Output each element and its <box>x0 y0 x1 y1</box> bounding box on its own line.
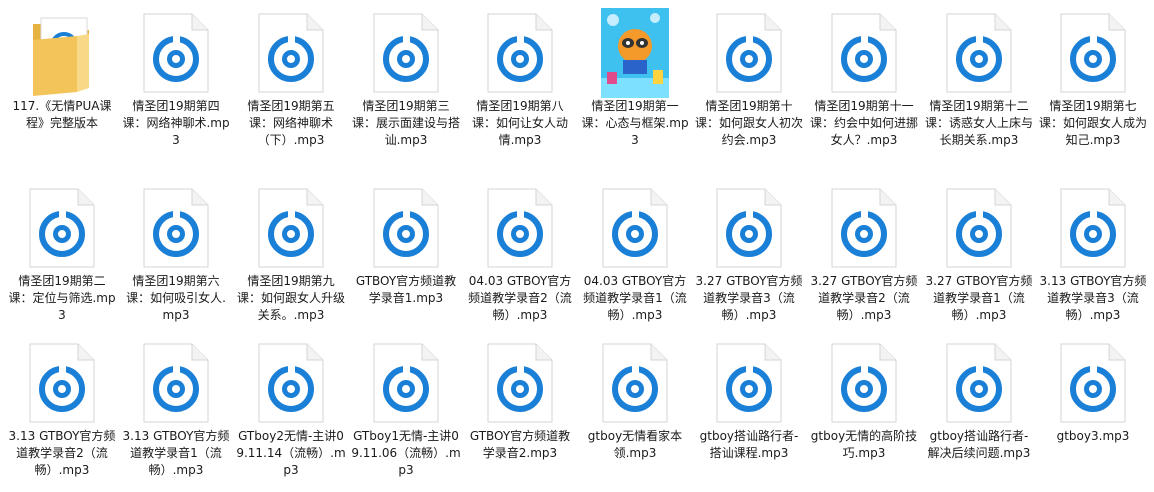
audio-file-icon <box>595 340 675 426</box>
audio-file-icon <box>939 185 1019 271</box>
file-item[interactable]: 情圣团19期第一课：心态与框架.mp3 <box>578 8 692 149</box>
file-name-label: 3.13 GTBOY官方频道教学录音1（流畅）.mp3 <box>122 429 230 477</box>
file-item[interactable]: 3.27 GTBOY官方频道教学录音1（流畅）.mp3 <box>922 185 1036 324</box>
file-name-label: 04.03 GTBOY官方频道教学录音1（流畅）.mp3 <box>583 274 687 322</box>
file-item[interactable]: 情圣团19期第八课：如何让女人动情.mp3 <box>463 10 577 149</box>
audio-file-icon <box>366 185 446 271</box>
file-item[interactable]: 情圣团19期第五课：网络神聊术（下）.mp3 <box>234 10 348 149</box>
file-item[interactable]: GTBOY官方频道教学录音1.mp3 <box>349 185 463 307</box>
audio-file-icon <box>136 340 216 426</box>
file-item[interactable]: 情圣团19期第六课：如何吸引女人.mp3 <box>119 185 233 324</box>
audio-file-icon <box>824 185 904 271</box>
file-item[interactable]: 情圣团19期第十二课：诱惑女人上床与长期关系.mp3 <box>922 10 1036 149</box>
audio-file-icon <box>1053 340 1133 426</box>
audio-file-icon <box>251 185 331 271</box>
file-name-label: 3.27 GTBOY官方频道教学录音1（流畅）.mp3 <box>925 274 1033 322</box>
file-item[interactable]: 04.03 GTBOY官方频道教学录音2（流畅）.mp3 <box>463 185 577 324</box>
file-name-label: 04.03 GTBOY官方频道教学录音2（流畅）.mp3 <box>468 274 572 322</box>
audio-file-icon <box>366 340 446 426</box>
audio-file-icon <box>824 10 904 96</box>
file-name-label: 3.13 GTBOY官方频道教学录音2（流畅）.mp3 <box>8 429 116 477</box>
audio-file-icon <box>480 10 560 96</box>
file-item[interactable]: 情圣团19期第十一课：约会中如何进挪女人？.mp3 <box>807 10 921 149</box>
audio-file-icon <box>136 10 216 96</box>
file-name-label: 情圣团19期第五课：网络神聊术（下）.mp3 <box>247 99 335 147</box>
audio-file-icon <box>1053 185 1133 271</box>
audio-file-icon <box>709 185 789 271</box>
file-name-label: GTboy2无情-主讲09.11.14（流畅）.mp3 <box>236 429 346 477</box>
audio-file-icon <box>939 340 1019 426</box>
audio-file-icon <box>22 185 102 271</box>
audio-file-icon <box>480 185 560 271</box>
audio-file-icon <box>251 340 331 426</box>
file-name-label: 3.13 GTBOY官方频道教学录音3（流畅）.mp3 <box>1039 274 1147 322</box>
audio-file-icon <box>939 10 1019 96</box>
audio-file-icon <box>251 10 331 96</box>
file-item[interactable]: 3.27 GTBOY官方频道教学录音2（流畅）.mp3 <box>807 185 921 324</box>
audio-file-icon <box>824 340 904 426</box>
file-name-label: gtboy3.mp3 <box>1056 429 1130 443</box>
audio-file-icon <box>480 340 560 426</box>
file-name-label: gtboy搭讪路行者-搭讪课程.mp3 <box>699 429 799 460</box>
audio-file-icon <box>22 340 102 426</box>
file-item[interactable]: 04.03 GTBOY官方频道教学录音1（流畅）.mp3 <box>578 185 692 324</box>
file-name-label: 情圣团19期第三课：展示面建设与搭讪.mp3 <box>351 99 460 147</box>
audio-file-icon <box>136 185 216 271</box>
file-name-label: 情圣团19期第八课：如何让女人动情.mp3 <box>471 99 568 147</box>
file-name-label: 情圣团19期第二课：定位与筛选.mp3 <box>8 274 116 322</box>
file-item[interactable]: 情圣团19期第九课：如何跟女人升级关系。.mp3 <box>234 185 348 324</box>
file-name-label: gtboy无情看家本领.mp3 <box>587 429 683 460</box>
file-name-label: 情圣团19期第六课：如何吸引女人.mp3 <box>126 274 226 322</box>
file-name-label: 情圣团19期第四课：网络神聊术.mp3 <box>122 99 230 147</box>
file-name-label: 情圣团19期第十二课：诱惑女人上床与长期关系.mp3 <box>924 99 1033 147</box>
audio-file-icon <box>1053 10 1133 96</box>
file-item[interactable]: gtboy无情看家本领.mp3 <box>578 340 692 462</box>
folder-icon <box>22 10 102 96</box>
file-name-label: gtboy搭讪路行者-解决后续问题.mp3 <box>927 429 1031 460</box>
file-item[interactable]: 情圣团19期第二课：定位与筛选.mp3 <box>5 185 119 324</box>
cartoon-cover-icon <box>595 8 675 98</box>
file-name-label: 情圣团19期第十一课：约会中如何进挪女人？.mp3 <box>809 99 918 147</box>
file-item[interactable]: 3.13 GTBOY官方频道教学录音3（流畅）.mp3 <box>1036 185 1150 324</box>
audio-file-icon <box>709 340 789 426</box>
file-name-label: 情圣团19期第七课：如何跟女人成为知己.mp3 <box>1038 99 1147 147</box>
file-item[interactable]: gtboy搭讪路行者-搭讪课程.mp3 <box>692 340 806 462</box>
file-item[interactable]: 情圣团19期第十课：如何跟女人初次约会.mp3 <box>692 10 806 149</box>
file-item[interactable]: 3.27 GTBOY官方频道教学录音3（流畅）.mp3 <box>692 185 806 324</box>
file-name-label: 117.《无情PUA课程》完整版本 <box>12 99 112 130</box>
file-item[interactable]: 3.13 GTBOY官方频道教学录音2（流畅）.mp3 <box>5 340 119 479</box>
file-item[interactable]: gtboy无情的高阶技巧.mp3 <box>807 340 921 462</box>
file-item[interactable]: GTBOY官方频道教学录音2.mp3 <box>463 340 577 462</box>
file-item[interactable]: gtboy3.mp3 <box>1036 340 1150 445</box>
file-item[interactable]: 情圣团19期第七课：如何跟女人成为知己.mp3 <box>1036 10 1150 149</box>
file-name-label: gtboy无情的高阶技巧.mp3 <box>810 429 918 460</box>
file-name-label: 3.27 GTBOY官方频道教学录音2（流畅）.mp3 <box>810 274 918 322</box>
file-name-label: 情圣团19期第九课：如何跟女人升级关系。.mp3 <box>236 274 345 322</box>
file-item[interactable]: 情圣团19期第四课：网络神聊术.mp3 <box>119 10 233 149</box>
file-name-label: GTBOY官方频道教学录音2.mp3 <box>469 429 571 460</box>
file-name-label: 情圣团19期第一课：心态与框架.mp3 <box>581 99 689 147</box>
file-name-label: 3.27 GTBOY官方频道教学录音3（流畅）.mp3 <box>695 274 803 322</box>
file-item[interactable]: GTboy1无情-主讲09.11.06（流畅）.mp3 <box>349 340 463 479</box>
folder-item[interactable]: 117.《无情PUA课程》完整版本 <box>5 10 119 132</box>
file-name-label: GTBOY官方频道教学录音1.mp3 <box>355 274 457 305</box>
file-item[interactable]: 3.13 GTBOY官方频道教学录音1（流畅）.mp3 <box>119 340 233 479</box>
audio-file-icon <box>709 10 789 96</box>
audio-file-icon <box>366 10 446 96</box>
file-name-label: 情圣团19期第十课：如何跟女人初次约会.mp3 <box>694 99 803 147</box>
file-item[interactable]: gtboy搭讪路行者-解决后续问题.mp3 <box>922 340 1036 462</box>
file-name-label: GTboy1无情-主讲09.11.06（流畅）.mp3 <box>351 429 461 477</box>
file-grid: 117.《无情PUA课程》完整版本 情圣团19期第四课：网络神聊术.mp3 情圣… <box>0 0 1154 492</box>
file-item[interactable]: 情圣团19期第三课：展示面建设与搭讪.mp3 <box>349 10 463 149</box>
file-item[interactable]: GTboy2无情-主讲09.11.14（流畅）.mp3 <box>234 340 348 479</box>
audio-file-icon <box>595 185 675 271</box>
